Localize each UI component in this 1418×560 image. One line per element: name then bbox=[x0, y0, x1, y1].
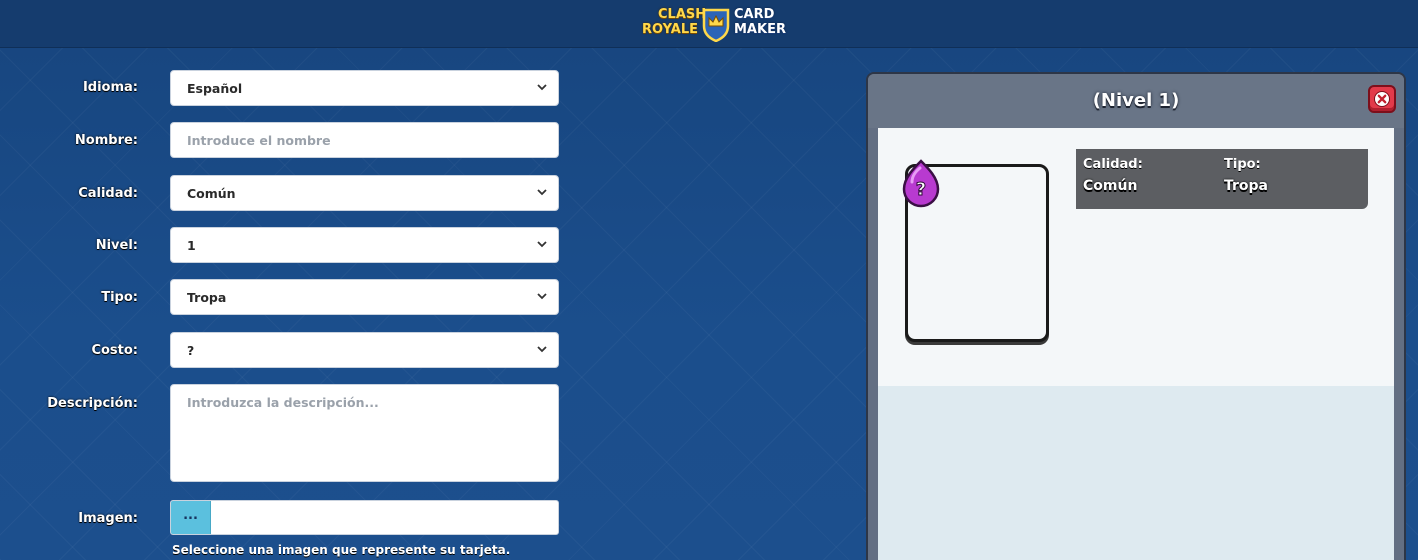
info-type-value: Tropa bbox=[1224, 178, 1269, 194]
chevron-down-icon bbox=[537, 189, 547, 196]
level-select-value: 1 bbox=[187, 238, 196, 253]
name-input-placeholder: Introduce el nombre bbox=[187, 133, 331, 148]
elixir-drop-icon: ? bbox=[902, 159, 940, 208]
close-button[interactable] bbox=[1368, 85, 1396, 113]
preview-header: (Nivel 1) bbox=[868, 74, 1404, 128]
cost-label: Costo: bbox=[91, 343, 138, 358]
info-quality-label: Calidad: bbox=[1083, 157, 1143, 172]
description-textarea[interactable]: Introduzca la descripción... bbox=[170, 384, 559, 482]
crown-shield-icon bbox=[702, 8, 730, 42]
card-info-box: Calidad: Común Tipo: Tropa bbox=[1076, 149, 1368, 209]
type-select[interactable]: Tropa bbox=[170, 279, 559, 315]
type-select-value: Tropa bbox=[187, 290, 227, 305]
name-input[interactable]: Introduce el nombre bbox=[170, 122, 559, 158]
level-select[interactable]: 1 bbox=[170, 227, 559, 263]
logo-word-maker: MAKER bbox=[734, 22, 786, 37]
name-label: Nombre: bbox=[74, 133, 138, 148]
image-help-text: Seleccione una imagen que represente su … bbox=[172, 543, 511, 557]
browse-image-button[interactable]: ... bbox=[171, 501, 211, 534]
logo-word-card: CARD bbox=[734, 7, 775, 22]
top-bar: CLASH ROYALE CARD MAKER bbox=[0, 0, 1418, 48]
description-placeholder: Introduzca la descripción... bbox=[187, 395, 379, 410]
quality-label: Calidad: bbox=[78, 186, 138, 201]
cost-select[interactable]: ? bbox=[170, 332, 559, 368]
quality-select[interactable]: Común bbox=[170, 175, 559, 211]
info-quality-value: Común bbox=[1083, 178, 1138, 194]
logo-word-royale: ROYALE bbox=[642, 22, 698, 37]
cost-select-value: ? bbox=[187, 343, 195, 358]
language-select[interactable]: Español bbox=[170, 70, 559, 106]
close-icon bbox=[1374, 91, 1390, 107]
image-file-input[interactable]: ... bbox=[170, 500, 559, 535]
description-label: Descripción: bbox=[47, 396, 138, 411]
chevron-down-icon bbox=[537, 293, 547, 300]
level-label: Nivel: bbox=[95, 238, 138, 253]
type-label: Tipo: bbox=[101, 290, 138, 305]
chevron-down-icon bbox=[537, 241, 547, 248]
chevron-down-icon bbox=[537, 346, 547, 353]
clash-royale-card-maker-logo[interactable]: CLASH ROYALE CARD MAKER bbox=[640, 4, 790, 44]
info-type-label: Tipo: bbox=[1224, 157, 1261, 172]
elixir-cost-text: ? bbox=[916, 179, 926, 200]
language-select-value: Español bbox=[187, 81, 243, 96]
image-label: Imagen: bbox=[78, 511, 138, 526]
preview-description-area bbox=[878, 386, 1394, 560]
logo-word-clash: CLASH bbox=[658, 7, 707, 22]
quality-select-value: Común bbox=[187, 186, 236, 201]
preview-title: (Nivel 1) bbox=[1092, 90, 1180, 111]
chevron-down-icon bbox=[537, 84, 547, 91]
language-label: Idioma: bbox=[82, 80, 138, 95]
